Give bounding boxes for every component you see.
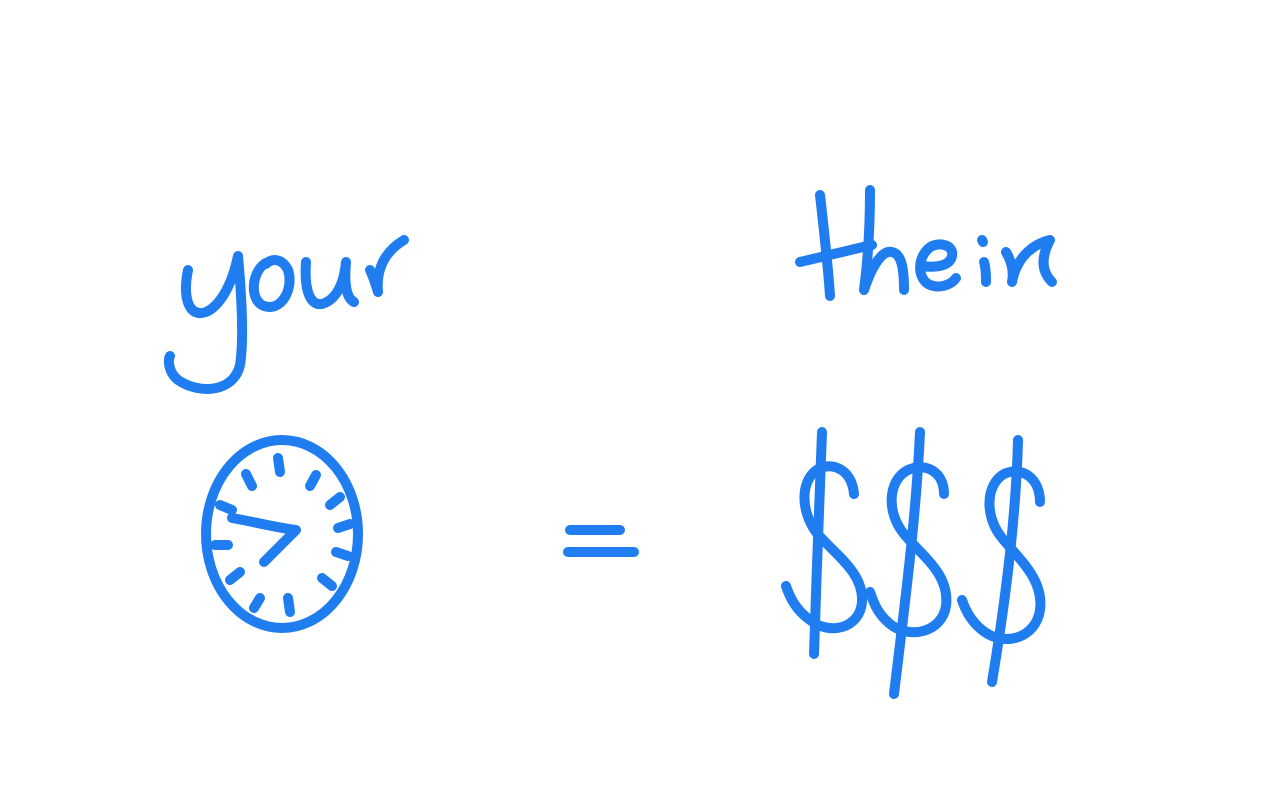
- equals-sign: [563, 525, 639, 557]
- handwritten-sketch: [164, 185, 1057, 699]
- whiteboard-canvas[interactable]: [0, 0, 1280, 788]
- dollar-signs: [781, 427, 1046, 699]
- handwritten-word-your: [164, 235, 409, 394]
- clock-icon: [201, 435, 363, 633]
- handwritten-word-their: [795, 185, 1057, 301]
